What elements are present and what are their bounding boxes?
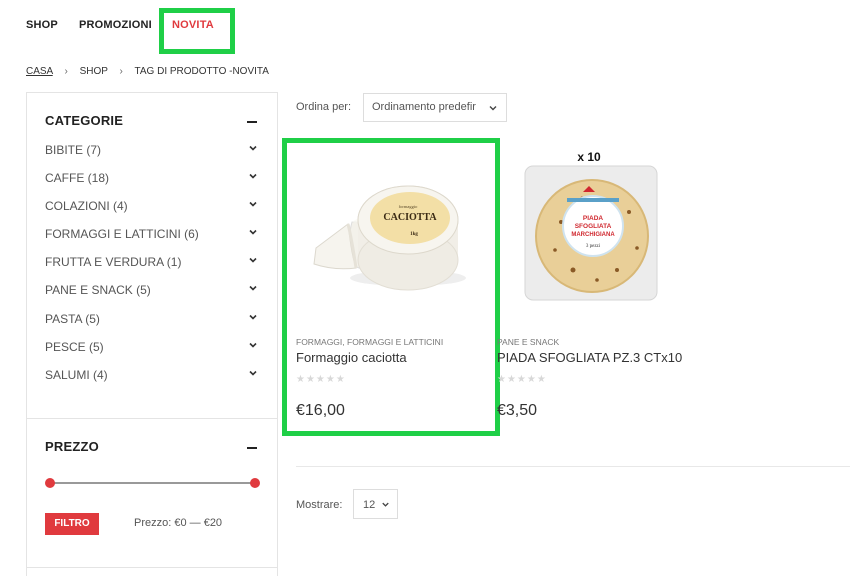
chevron-right-icon: › bbox=[119, 66, 123, 77]
product-image[interactable]: formaggio CACIOTTA 1kg bbox=[296, 140, 496, 330]
price-slider-min-handle[interactable] bbox=[45, 478, 55, 488]
category-item[interactable]: FORMAGGI E LATTICINI (6) bbox=[45, 227, 259, 255]
category-item[interactable]: PASTA (5) bbox=[45, 312, 259, 340]
highlight-box-nav bbox=[159, 8, 235, 54]
sort-label: Ordina per: bbox=[296, 101, 352, 113]
chevron-down-icon bbox=[382, 502, 389, 507]
chevron-down-icon[interactable] bbox=[247, 142, 259, 154]
category-item[interactable]: COLAZIONI (4) bbox=[45, 199, 259, 227]
category-label: PASTA (5) bbox=[45, 311, 100, 326]
category-label: FRUTTA E VERDURA (1) bbox=[45, 255, 182, 270]
chevron-down-icon[interactable] bbox=[247, 198, 259, 210]
breadcrumb-shop[interactable]: SHOP bbox=[80, 66, 108, 77]
chevron-down-icon[interactable] bbox=[247, 254, 259, 266]
chevron-down-icon[interactable] bbox=[247, 339, 259, 351]
chevron-down-icon[interactable] bbox=[247, 170, 259, 182]
category-list: BIBITE (7) CAFFE (18) COLAZIONI (4) FORM… bbox=[45, 143, 259, 396]
breadcrumb-home[interactable]: CASA bbox=[26, 66, 53, 77]
cheese-label-small-text: formaggio bbox=[399, 204, 418, 209]
product-image[interactable]: x 10 PIADA SFOGLIATA MARCHIGIANA 3 pezzi bbox=[497, 140, 697, 330]
nav-shop[interactable]: SHOP bbox=[26, 19, 58, 31]
per-page-select[interactable]: 12 bbox=[353, 489, 398, 519]
category-label: SALUMI (4) bbox=[45, 367, 108, 382]
breadcrumb: CASA › SHOP › TAG DI PRODOTTO -NOVITA bbox=[26, 66, 269, 77]
show-label: Mostrare: bbox=[296, 499, 343, 511]
category-item[interactable]: PESCE (5) bbox=[45, 340, 259, 368]
product-category[interactable]: PANE E SNACK bbox=[497, 337, 559, 347]
category-label: FORMAGGI E LATTICINI (6) bbox=[45, 227, 199, 242]
category-label: PESCE (5) bbox=[45, 339, 104, 354]
cheese-label-main-text: CACIOTTA bbox=[383, 212, 437, 223]
chevron-down-icon[interactable] bbox=[247, 311, 259, 323]
filter-button[interactable]: FILTRO bbox=[45, 513, 99, 535]
content-divider bbox=[296, 466, 850, 467]
category-item[interactable]: SALUMI (4) bbox=[45, 368, 259, 396]
chevron-down-icon[interactable] bbox=[247, 282, 259, 294]
collapse-categories-button[interactable] bbox=[247, 121, 257, 123]
nav-promozioni[interactable]: PROMOZIONI bbox=[79, 19, 152, 31]
sort-select-value: Ordinamento predefir bbox=[372, 101, 476, 113]
category-item[interactable]: BIBITE (7) bbox=[45, 143, 259, 171]
breadcrumb-current: TAG DI PRODOTTO -NOVITA bbox=[134, 66, 269, 77]
price-slider-track[interactable] bbox=[49, 482, 256, 484]
category-item[interactable]: PANE E SNACK (5) bbox=[45, 283, 259, 311]
product-name[interactable]: PIADA SFOGLIATA PZ.3 CTx10 bbox=[497, 350, 682, 365]
chevron-down-icon[interactable] bbox=[247, 367, 259, 379]
category-label: PANE E SNACK (5) bbox=[45, 283, 151, 298]
sidebar-divider bbox=[27, 418, 277, 419]
price-title: PREZZO bbox=[45, 439, 99, 454]
sidebar-divider bbox=[27, 567, 277, 568]
product-category[interactable]: FORMAGGI, FORMAGGI E LATTICINI bbox=[296, 337, 443, 347]
product-card[interactable]: x 10 PIADA SFOGLIATA MARCHIGIANA 3 pezzi… bbox=[497, 140, 697, 435]
pack-label-line3: MARCHIGIANA bbox=[571, 232, 615, 238]
chevron-right-icon: › bbox=[64, 66, 68, 77]
product-price: €3,50 bbox=[497, 402, 538, 419]
sort-select[interactable]: Ordinamento predefir bbox=[363, 93, 507, 122]
pack-label-pieces: 3 pezzi bbox=[586, 244, 601, 249]
chevron-down-icon[interactable] bbox=[247, 226, 259, 238]
cheese-label-weight-text: 1kg bbox=[410, 232, 418, 237]
category-label: CAFFE (18) bbox=[45, 171, 110, 186]
category-item[interactable]: FRUTTA E VERDURA (1) bbox=[45, 255, 259, 283]
product-card[interactable]: formaggio CACIOTTA 1kg FORMAGGI, FORMAGG… bbox=[296, 140, 496, 435]
sidebar: CATEGORIE BIBITE (7) CAFFE (18) COLAZION… bbox=[26, 92, 278, 576]
pack-label-line1: PIADA bbox=[583, 215, 604, 222]
category-item[interactable]: CAFFE (18) bbox=[45, 171, 259, 199]
rating-stars: ★★★★★ bbox=[296, 374, 346, 385]
chevron-down-icon bbox=[487, 102, 499, 114]
per-page-value: 12 bbox=[363, 499, 376, 511]
pack-quantity-text: x 10 bbox=[577, 150, 601, 164]
pack-label-line2: SFOGLIATA bbox=[575, 223, 612, 230]
categories-title: CATEGORIE bbox=[45, 113, 124, 128]
price-range-text: Prezzo: €0 — €20 bbox=[134, 517, 223, 529]
top-nav: SHOP PROMOZIONI NOVITA bbox=[0, 0, 850, 56]
product-name[interactable]: Formaggio caciotta bbox=[296, 350, 407, 365]
category-label: BIBITE (7) bbox=[45, 143, 102, 157]
category-label: COLAZIONI (4) bbox=[45, 199, 128, 214]
rating-stars: ★★★★★ bbox=[497, 374, 547, 385]
price-slider-max-handle[interactable] bbox=[250, 478, 260, 488]
product-price: €16,00 bbox=[296, 402, 345, 419]
collapse-price-button[interactable] bbox=[247, 447, 257, 449]
